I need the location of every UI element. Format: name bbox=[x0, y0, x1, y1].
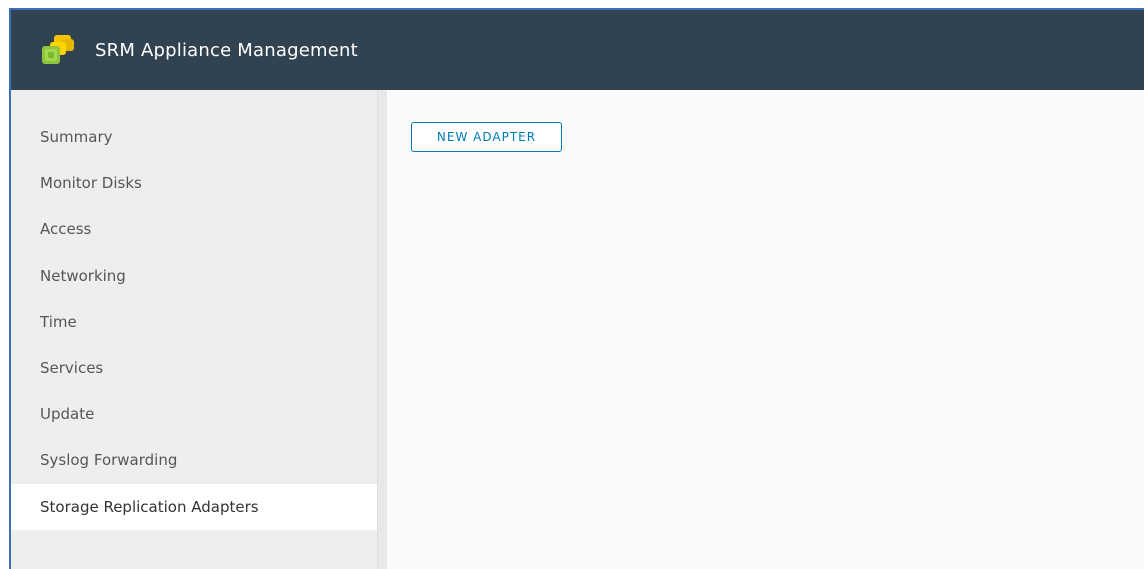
main-content: NEW ADAPTER bbox=[387, 90, 1144, 569]
sidebar-resize-divider[interactable] bbox=[377, 90, 387, 569]
sidebar-item-time[interactable]: Time bbox=[11, 299, 377, 345]
sidebar-item-access[interactable]: Access bbox=[11, 206, 377, 252]
vmware-srm-logo-icon bbox=[42, 35, 74, 64]
app-header: SRM Appliance Management bbox=[11, 10, 1144, 90]
sidebar-nav: Summary Monitor Disks Access Networking … bbox=[11, 90, 377, 569]
app-window: SRM Appliance Management Summary Monitor… bbox=[9, 8, 1144, 569]
sidebar-item-services[interactable]: Services bbox=[11, 345, 377, 391]
sidebar-item-networking[interactable]: Networking bbox=[11, 253, 377, 299]
sidebar-item-monitor-disks[interactable]: Monitor Disks bbox=[11, 160, 377, 206]
sidebar-item-update[interactable]: Update bbox=[11, 391, 377, 437]
sidebar-item-syslog-forwarding[interactable]: Syslog Forwarding bbox=[11, 437, 377, 483]
sidebar-item-summary[interactable]: Summary bbox=[11, 114, 377, 160]
sidebar-item-storage-replication-adapters[interactable]: Storage Replication Adapters bbox=[11, 483, 377, 530]
app-title: SRM Appliance Management bbox=[95, 39, 358, 61]
new-adapter-button[interactable]: NEW ADAPTER bbox=[411, 122, 562, 152]
